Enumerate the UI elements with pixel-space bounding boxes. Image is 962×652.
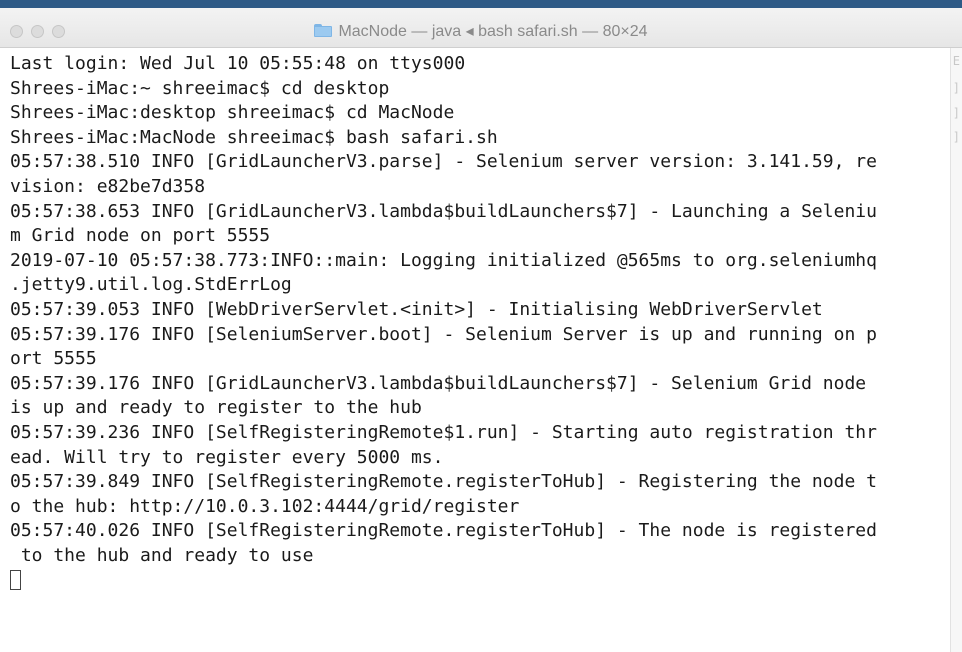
terminal-line: Last login: Wed Jul 10 05:55:48 on ttys0…: [10, 53, 466, 74]
terminal-line: Shrees-iMac:~ shreeimac$ cd desktop: [10, 77, 390, 99]
terminal-line: is up and ready to register to the hub: [10, 397, 422, 419]
terminal-line: Shrees-iMac:MacNode shreeimac$ bash safa…: [10, 126, 498, 148]
desktop-strip: [0, 0, 962, 8]
scrollbar[interactable]: E ] ] ]: [950, 48, 962, 652]
terminal-content[interactable]: Last login: Wed Jul 10 05:55:48 on ttys0…: [0, 48, 962, 652]
terminal-line: 05:57:39.176 INFO [GridLauncherV3.lambda…: [10, 372, 867, 394]
mark-indicator: ]: [952, 106, 960, 120]
terminal-line: 05:57:38.653 INFO [GridLauncherV3.lambda…: [10, 200, 877, 222]
terminal-line: .jetty9.util.log.StdErrLog: [10, 274, 292, 296]
terminal-window: MacNode — java ◂ bash safari.sh — 80×24 …: [0, 0, 962, 652]
terminal-line: 05:57:39.236 INFO [SelfRegisteringRemote…: [10, 421, 877, 443]
terminal-line: vision: e82be7d358: [10, 175, 206, 197]
text-cursor: [10, 570, 21, 591]
terminal-line: Shrees-iMac:desktop shreeimac$ cd MacNod…: [10, 102, 455, 124]
terminal-line: 05:57:39.176 INFO [SeleniumServer.boot] …: [10, 323, 877, 345]
terminal-line: to the hub and ready to use: [10, 544, 314, 566]
title-bar[interactable]: MacNode — java ◂ bash safari.sh — 80×24: [0, 8, 962, 48]
terminal-line: 05:57:39.849 INFO [SelfRegisteringRemote…: [10, 471, 877, 493]
folder-icon: [314, 24, 333, 37]
terminal-line: 05:57:39.053 INFO [WebDriverServlet.<ini…: [10, 298, 823, 320]
terminal-output[interactable]: Last login: Wed Jul 10 05:55:48 on ttys0…: [10, 52, 877, 591]
mark-indicator: ]: [952, 130, 960, 144]
window-title: MacNode — java ◂ bash safari.sh — 80×24: [0, 22, 962, 42]
terminal-line: m Grid node on port 5555: [10, 225, 271, 247]
mark-indicator: ]: [952, 81, 960, 95]
mark-indicator: E: [952, 54, 960, 68]
terminal-line: o the hub: http://10.0.3.102:4444/grid/r…: [10, 495, 520, 517]
terminal-line: 05:57:40.026 INFO [SelfRegisteringRemote…: [10, 520, 877, 542]
terminal-line: ead. Will try to register every 5000 ms.: [10, 446, 444, 468]
terminal-line: 2019-07-10 05:57:38.773:INFO::main: Logg…: [10, 249, 877, 271]
window-title-text: MacNode — java ◂ bash safari.sh — 80×24: [338, 23, 648, 40]
terminal-line: ort 5555: [10, 348, 97, 370]
terminal-line: 05:57:38.510 INFO [GridLauncherV3.parse]…: [10, 151, 877, 173]
